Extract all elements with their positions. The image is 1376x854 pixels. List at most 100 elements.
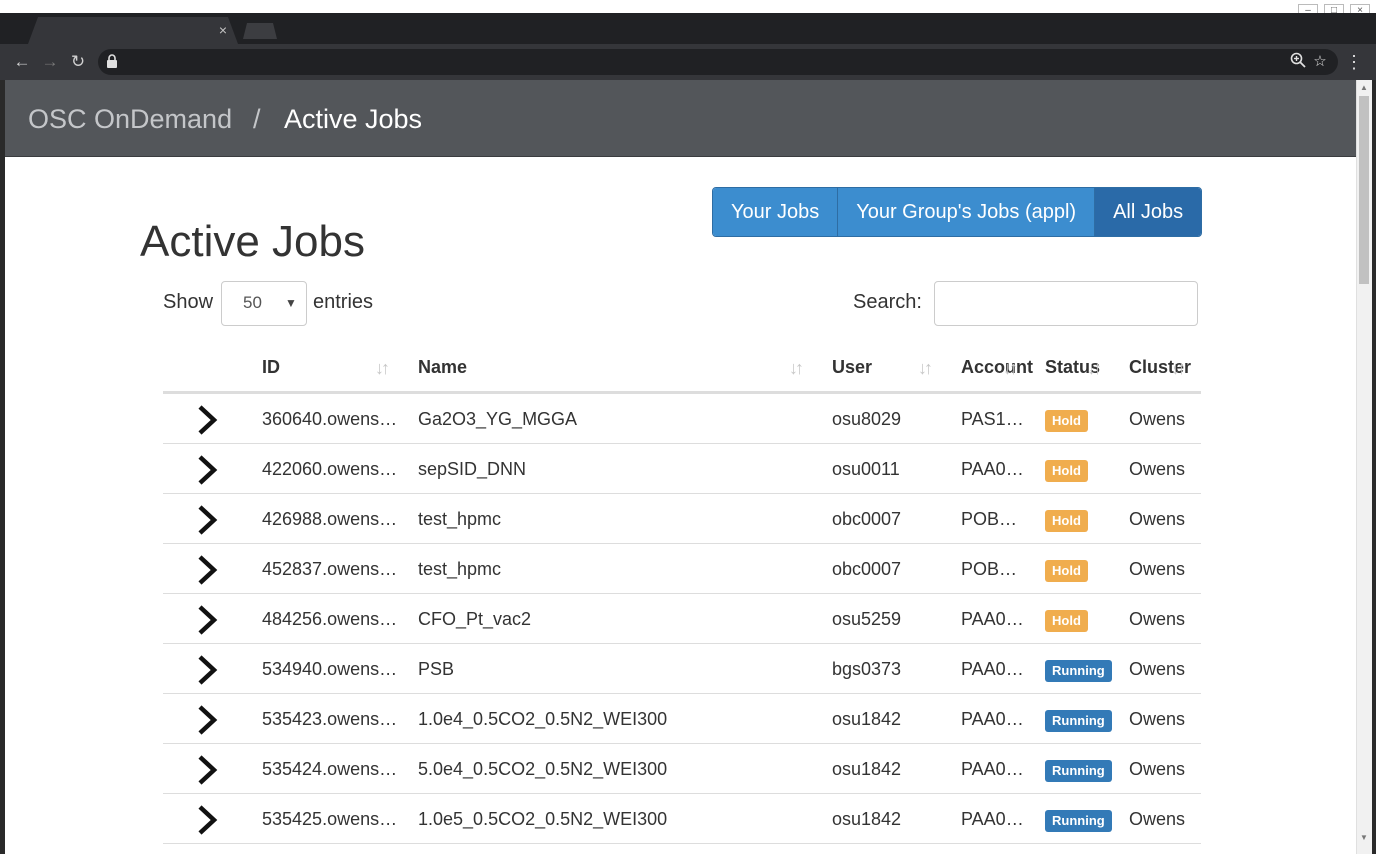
cell-name: 5.0e4_0.5CO2_0.5N2_WEI300 bbox=[418, 759, 668, 779]
address-bar[interactable] bbox=[98, 49, 1338, 75]
table-row[interactable]: 535425.owens… 1.0e5_0.5CO2_0.5N2_WEI300 os… bbox=[163, 794, 1201, 844]
table-row[interactable]: 484256.owens… CFO_Pt_vac2 osu5259 PAA0… Hold… bbox=[163, 594, 1201, 644]
scroll-down-icon[interactable]: ▼ bbox=[1358, 832, 1370, 844]
status-badge: Hold bbox=[1045, 460, 1088, 482]
cell-account: PAA0… bbox=[961, 809, 1024, 829]
cell-cluster: Owens bbox=[1129, 709, 1186, 729]
scroll-up-icon[interactable]: ▲ bbox=[1358, 82, 1370, 94]
lock-icon[interactable] bbox=[106, 53, 120, 71]
header-account[interactable]: Account bbox=[961, 356, 1033, 378]
search-input[interactable] bbox=[934, 281, 1198, 326]
all-jobs-button[interactable]: All Jobs bbox=[1095, 188, 1202, 236]
expand-chevron-icon[interactable] bbox=[195, 804, 219, 836]
cell-name: Ga2O3_YG_MGGA bbox=[418, 409, 578, 429]
group-jobs-button[interactable]: Your Group's Jobs (appl) bbox=[838, 188, 1096, 236]
table-row[interactable]: 360640.owens… Ga2O3_YG_MGGA osu8029 PAS1… Ho… bbox=[163, 394, 1201, 444]
table-row[interactable]: 426988.owens… test_hpmc obc0007 POB… Hold Owe… bbox=[163, 494, 1201, 544]
expand-chevron-icon[interactable] bbox=[195, 404, 219, 436]
cell-user: obc0007 bbox=[832, 559, 902, 579]
table-body: 360640.owens… Ga2O3_YG_MGGA osu8029 PAS1… Ho… bbox=[163, 394, 1201, 844]
cell-account: PAA0… bbox=[961, 709, 1024, 729]
status-badge: Running bbox=[1045, 760, 1112, 782]
cell-id[interactable]: 484256.owens… bbox=[262, 608, 402, 630]
cell-id[interactable]: 452837.owens… bbox=[262, 558, 402, 580]
cell-user: osu1842 bbox=[832, 709, 902, 729]
cell-id[interactable]: 535424.owens… bbox=[262, 758, 402, 780]
cell-name: test_hpmc bbox=[418, 509, 502, 529]
reload-icon[interactable]: ↻ bbox=[66, 50, 90, 74]
expand-chevron-icon[interactable] bbox=[195, 554, 219, 586]
sort-icon[interactable]: ↓↑ bbox=[375, 357, 390, 379]
expand-chevron-icon[interactable] bbox=[195, 504, 219, 536]
cell-cluster: Owens bbox=[1129, 459, 1186, 479]
brand-link[interactable]: OSC OnDemand bbox=[28, 101, 232, 137]
browser-tab[interactable] bbox=[28, 17, 238, 44]
table-row[interactable]: 535423.owens… 1.0e4_0.5CO2_0.5N2_WEI300 os… bbox=[163, 694, 1201, 744]
cell-name: sepSID_DNN bbox=[418, 459, 527, 479]
status-badge: Running bbox=[1045, 810, 1112, 832]
header-user[interactable]: User bbox=[832, 356, 872, 378]
cell-user: osu8029 bbox=[832, 409, 902, 429]
cell-cluster: Owens bbox=[1129, 559, 1186, 579]
table-row[interactable]: 535424.owens… 5.0e4_0.5CO2_0.5N2_WEI300 os… bbox=[163, 744, 1201, 794]
cell-cluster: Owens bbox=[1129, 609, 1186, 629]
table-row[interactable]: 534940.owens… PSB bgs0373 PAA0… Running Owens bbox=[163, 644, 1201, 694]
window-border-right bbox=[1372, 80, 1376, 854]
cell-id[interactable]: 422060.owens… bbox=[262, 458, 402, 480]
cell-name: 1.0e5_0.5CO2_0.5N2_WEI300 bbox=[418, 809, 668, 829]
jobs-table: ID ↓↑ Name ↓↑ User ↓↑ Account ↓↑ Status … bbox=[163, 340, 1201, 844]
sort-icon[interactable]: ↓↑ bbox=[1087, 357, 1102, 379]
status-badge: Running bbox=[1045, 660, 1112, 682]
status-badge: Hold bbox=[1045, 510, 1088, 532]
window-border-left bbox=[0, 80, 5, 854]
bookmark-star-icon[interactable]: ☆ bbox=[1310, 52, 1330, 72]
cell-account: PAS1… bbox=[961, 409, 1024, 429]
browser-menu-icon[interactable]: ⋮ bbox=[1344, 50, 1364, 74]
status-badge: Hold bbox=[1045, 610, 1088, 632]
sort-icon[interactable]: ↓↑ bbox=[789, 357, 804, 379]
expand-chevron-icon[interactable] bbox=[195, 704, 219, 736]
cell-user: osu1842 bbox=[832, 759, 902, 779]
forward-icon[interactable]: → bbox=[38, 50, 62, 74]
expand-chevron-icon[interactable] bbox=[195, 604, 219, 636]
scrollbar-thumb[interactable] bbox=[1359, 96, 1369, 284]
header-id[interactable]: ID bbox=[262, 356, 280, 378]
header-name[interactable]: Name bbox=[418, 356, 467, 378]
sort-icon[interactable]: ↓↑ bbox=[1003, 357, 1018, 379]
cell-name: 1.0e4_0.5CO2_0.5N2_WEI300 bbox=[418, 709, 668, 729]
cell-id[interactable]: 535423.owens… bbox=[262, 708, 402, 730]
new-tab-button[interactable] bbox=[243, 23, 277, 39]
cell-user: obc0007 bbox=[832, 509, 902, 529]
zoom-icon[interactable] bbox=[1288, 52, 1308, 72]
sort-icon[interactable]: ↓↑ bbox=[1171, 357, 1186, 379]
cell-account: PAA0… bbox=[961, 759, 1024, 779]
cell-user: osu5259 bbox=[832, 609, 902, 629]
back-icon[interactable]: ← bbox=[10, 50, 34, 74]
sort-icon[interactable]: ↓↑ bbox=[918, 357, 933, 379]
status-badge: Running bbox=[1045, 710, 1112, 732]
cell-cluster: Owens bbox=[1129, 409, 1186, 429]
status-badge: Hold bbox=[1045, 410, 1088, 432]
cell-user: osu1842 bbox=[832, 809, 902, 829]
tab-close-icon[interactable]: × bbox=[216, 20, 230, 40]
table-header: ID ↓↑ Name ↓↑ User ↓↑ Account ↓↑ Status … bbox=[163, 340, 1201, 394]
expand-chevron-icon[interactable] bbox=[195, 754, 219, 786]
cell-id[interactable]: 534940.owens… bbox=[262, 658, 402, 680]
cell-account: PAA0… bbox=[961, 609, 1024, 629]
cell-cluster: Owens bbox=[1129, 659, 1186, 679]
select-caret-icon: ▼ bbox=[285, 296, 297, 310]
your-jobs-button[interactable]: Your Jobs bbox=[713, 188, 839, 236]
cell-account: PAA0… bbox=[961, 459, 1024, 479]
expand-chevron-icon[interactable] bbox=[195, 654, 219, 686]
cell-id[interactable]: 535425.owens… bbox=[262, 808, 402, 830]
expand-chevron-icon[interactable] bbox=[195, 454, 219, 486]
breadcrumb-separator: / bbox=[253, 104, 261, 134]
cell-name: test_hpmc bbox=[418, 559, 502, 579]
table-row[interactable]: 422060.owens… sepSID_DNN osu0011 PAA0… Hold O… bbox=[163, 444, 1201, 494]
table-row[interactable]: 452837.owens… test_hpmc obc0007 POB… Hold Owe… bbox=[163, 544, 1201, 594]
cell-account: POB… bbox=[961, 509, 1018, 529]
cell-id[interactable]: 360640.owens… bbox=[262, 408, 402, 430]
cell-account: POB… bbox=[961, 559, 1018, 579]
cell-id[interactable]: 426988.owens… bbox=[262, 508, 402, 530]
entries-label: entries bbox=[313, 291, 374, 313]
